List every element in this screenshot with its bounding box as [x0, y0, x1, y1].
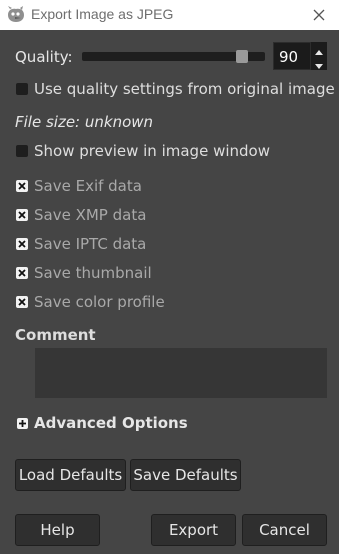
- save-exif-checkbox[interactable]: Save Exif data: [16, 176, 142, 196]
- quality-slider[interactable]: [82, 50, 265, 63]
- quality-slider-handle[interactable]: [235, 50, 248, 63]
- save-iptc-checkbox[interactable]: Save IPTC data: [16, 234, 146, 254]
- file-size-label: File size: unknown: [15, 113, 154, 131]
- save-color-profile-checkbox[interactable]: Save color profile: [16, 292, 165, 312]
- use-original-quality-label: Use quality settings from original image: [34, 80, 335, 98]
- window-title: Export Image as JPEG: [31, 6, 174, 22]
- checkbox-checked-icon[interactable]: [16, 180, 28, 192]
- save-thumbnail-checkbox[interactable]: Save thumbnail: [16, 263, 152, 283]
- title-bar: Export Image as JPEG: [0, 0, 339, 30]
- quality-decrement-button[interactable]: [311, 56, 327, 70]
- advanced-options-label: Advanced Options: [34, 414, 188, 432]
- save-thumbnail-label: Save thumbnail: [34, 264, 152, 282]
- save-xmp-checkbox[interactable]: Save XMP data: [16, 205, 146, 225]
- save-xmp-label: Save XMP data: [34, 206, 147, 224]
- chevron-down-icon: [315, 54, 323, 73]
- load-defaults-button[interactable]: Load Defaults: [15, 459, 126, 491]
- dialog-content: Quality: 90 Use quality settings from or…: [0, 30, 339, 554]
- close-icon: [313, 6, 325, 25]
- save-color-profile-label: Save color profile: [34, 293, 165, 311]
- close-button[interactable]: [299, 0, 339, 30]
- save-defaults-button[interactable]: Save Defaults: [130, 459, 241, 491]
- export-button[interactable]: Export: [151, 514, 236, 546]
- comment-textarea[interactable]: [35, 348, 327, 398]
- save-exif-label: Save Exif data: [34, 177, 142, 195]
- checkbox-box[interactable]: [16, 145, 28, 157]
- checkbox-checked-icon[interactable]: [16, 238, 28, 250]
- advanced-options-expander[interactable]: Advanced Options: [17, 413, 188, 433]
- show-preview-label: Show preview in image window: [34, 142, 270, 160]
- show-preview-checkbox[interactable]: Show preview in image window: [16, 141, 270, 161]
- help-button[interactable]: Help: [15, 514, 100, 546]
- save-iptc-label: Save IPTC data: [34, 235, 147, 253]
- checkbox-checked-icon[interactable]: [16, 267, 28, 279]
- comment-label: Comment: [15, 326, 96, 344]
- use-original-quality-checkbox[interactable]: Use quality settings from original image: [16, 79, 335, 99]
- quality-label: Quality:: [15, 48, 73, 66]
- checkbox-checked-icon[interactable]: [16, 296, 28, 308]
- checkbox-box[interactable]: [16, 83, 28, 95]
- quality-spin-buttons: [311, 42, 327, 70]
- quality-spin-input[interactable]: 90: [273, 42, 311, 70]
- gimp-wilber-icon: [6, 6, 26, 24]
- cancel-button[interactable]: Cancel: [242, 514, 327, 546]
- checkbox-checked-icon[interactable]: [16, 209, 28, 221]
- plus-icon[interactable]: [17, 417, 28, 429]
